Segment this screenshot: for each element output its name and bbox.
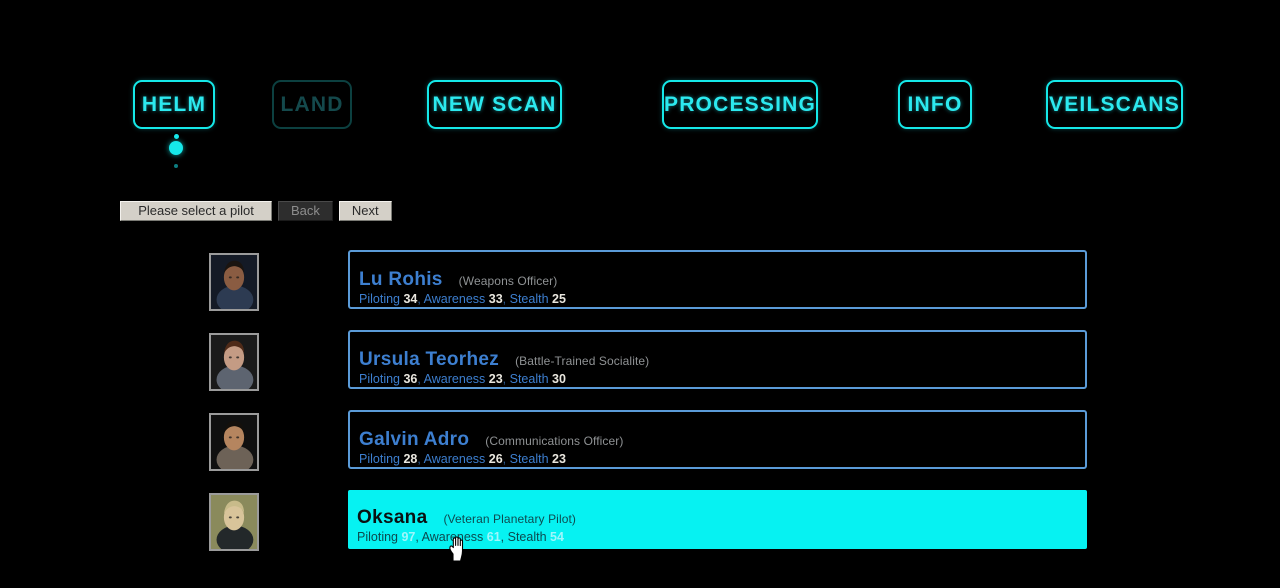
pilot-header: Oksana (Veteran Planetary Pilot) bbox=[357, 507, 576, 529]
stat-separator: , bbox=[502, 372, 510, 386]
stat-value: 28 bbox=[403, 452, 418, 466]
stat-value: 36 bbox=[403, 372, 418, 386]
pilot-header: Ursula Teorhez (Battle-Trained Socialite) bbox=[359, 349, 649, 371]
stat-label: Stealth bbox=[509, 372, 549, 386]
nav-button-processing[interactable]: PROCESSING bbox=[662, 80, 818, 129]
pilot-name: Galvin Adro bbox=[359, 429, 470, 450]
nav-button-info[interactable]: INFO bbox=[898, 80, 972, 129]
pilot-stats: Piloting 36, Awareness 23, Stealth 30 bbox=[359, 372, 566, 386]
pilot-name: Oksana bbox=[357, 507, 428, 528]
stat-value: 26 bbox=[488, 452, 503, 466]
pilot-avatar[interactable] bbox=[209, 493, 259, 551]
pilot-row: Lu Rohis (Weapons Officer) Piloting 34, Aw… bbox=[0, 250, 1280, 330]
pilot-avatar[interactable] bbox=[209, 253, 259, 311]
nav-button-label: INFO bbox=[907, 92, 963, 116]
stat-value: 34 bbox=[403, 292, 418, 306]
pilot-name: Ursula Teorhez bbox=[359, 349, 500, 370]
stat-label: Stealth bbox=[509, 452, 549, 466]
pilot-card[interactable]: Ursula Teorhez (Battle-Trained Socialite)… bbox=[348, 330, 1087, 389]
status-message: Please select a pilot bbox=[120, 201, 272, 221]
pilot-card[interactable]: Lu Rohis (Weapons Officer) Piloting 34, Aw… bbox=[348, 250, 1087, 309]
pilot-stats: Piloting 28, Awareness 26, Stealth 23 bbox=[359, 452, 566, 466]
pilot-avatar[interactable] bbox=[209, 333, 259, 391]
stat-label: Piloting bbox=[359, 292, 400, 306]
stat-value: 23 bbox=[552, 452, 566, 466]
indicator-dot-bottom bbox=[174, 164, 178, 168]
pilot-row: Ursula Teorhez (Battle-Trained Socialite)… bbox=[0, 330, 1280, 410]
pilot-header: Lu Rohis (Weapons Officer) bbox=[359, 269, 557, 291]
pilot-role: (Communications Officer) bbox=[485, 434, 624, 448]
nav-button-label: NEW SCAN bbox=[432, 92, 557, 116]
stat-label: Piloting bbox=[359, 372, 400, 386]
stat-separator: , bbox=[500, 530, 508, 544]
pilot-stats: Piloting 34, Awareness 33, Stealth 25 bbox=[359, 292, 566, 306]
pilot-avatar[interactable] bbox=[209, 413, 259, 471]
top-navigation-bar: HELM LAND NEW SCAN PROCESSING INFO VEILSCANS bbox=[0, 80, 1280, 130]
pilot-role: (Weapons Officer) bbox=[458, 274, 558, 288]
stat-label: Awareness bbox=[423, 372, 486, 386]
back-button[interactable]: Back bbox=[278, 201, 333, 221]
portrait-ursula-teorhez bbox=[211, 335, 257, 389]
stat-label: Stealth bbox=[507, 530, 547, 544]
stat-label: Awareness bbox=[423, 292, 486, 306]
pilot-card[interactable]: Oksana (Veteran Planetary Pilot) Piloting … bbox=[348, 490, 1087, 549]
stat-label: Awareness bbox=[421, 530, 484, 544]
next-button[interactable]: Next bbox=[338, 201, 392, 221]
stat-value: 97 bbox=[401, 530, 416, 544]
stat-label: Piloting bbox=[359, 452, 400, 466]
stat-label: Piloting bbox=[357, 530, 398, 544]
stat-value: 54 bbox=[550, 530, 564, 544]
pilot-row: Oksana (Veteran Planetary Pilot) Piloting … bbox=[0, 490, 1280, 570]
nav-button-new-scan[interactable]: NEW SCAN bbox=[427, 80, 562, 129]
stat-value: 30 bbox=[552, 372, 566, 386]
nav-button-label: HELM bbox=[141, 92, 207, 116]
nav-button-land: LAND bbox=[272, 80, 352, 129]
stat-separator: , bbox=[502, 292, 510, 306]
stat-separator: , bbox=[502, 452, 510, 466]
nav-button-label: LAND bbox=[280, 92, 344, 116]
portrait-lu-rohis bbox=[211, 255, 257, 309]
nav-button-label: PROCESSING bbox=[663, 92, 817, 116]
stat-value: 33 bbox=[488, 292, 503, 306]
pilot-row: Galvin Adro (Communications Officer) Pilot… bbox=[0, 410, 1280, 490]
pilot-selection-status-row: Please select a pilot Back Next bbox=[120, 201, 392, 221]
pilot-card[interactable]: Galvin Adro (Communications Officer) Pilot… bbox=[348, 410, 1087, 469]
stat-value: 23 bbox=[488, 372, 503, 386]
portrait-oksana bbox=[211, 495, 257, 549]
stat-value: 25 bbox=[552, 292, 566, 306]
active-tab-indicator-dots bbox=[168, 134, 184, 176]
stat-label: Stealth bbox=[509, 292, 549, 306]
pilot-header: Galvin Adro (Communications Officer) bbox=[359, 429, 624, 451]
stat-label: Awareness bbox=[423, 452, 486, 466]
stat-value: 61 bbox=[486, 530, 501, 544]
pilot-name: Lu Rohis bbox=[359, 269, 443, 290]
nav-button-label: VEILSCANS bbox=[1049, 92, 1180, 116]
pilot-role: (Battle-Trained Socialite) bbox=[515, 354, 650, 368]
pilot-role: (Veteran Planetary Pilot) bbox=[443, 512, 577, 526]
nav-button-helm[interactable]: HELM bbox=[133, 80, 215, 129]
nav-button-veilscans[interactable]: VEILSCANS bbox=[1046, 80, 1183, 129]
pilot-list: Lu Rohis (Weapons Officer) Piloting 34, Aw… bbox=[0, 250, 1280, 570]
portrait-galvin-adro bbox=[211, 415, 257, 469]
indicator-dot-main bbox=[169, 141, 183, 155]
pilot-stats: Piloting 97, Awareness 61, Stealth 54 bbox=[357, 530, 564, 544]
indicator-dot-top bbox=[173, 134, 179, 139]
